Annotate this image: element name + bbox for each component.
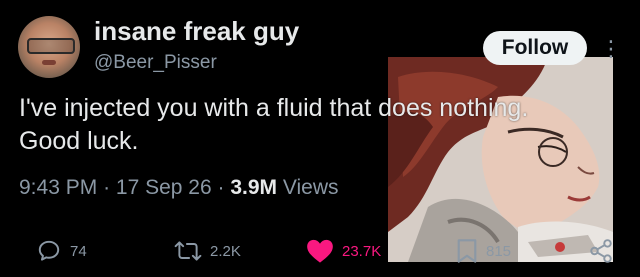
- views-label: Views: [282, 176, 339, 199]
- meta-separator: ·: [217, 176, 225, 199]
- avatar-mouth: [42, 60, 56, 65]
- tweet-time[interactable]: 9:43 PM: [19, 176, 97, 199]
- reply-icon: [38, 240, 60, 261]
- tweet-text: I've injected you with a fluid that does…: [19, 94, 529, 155]
- display-name[interactable]: insane freak guy: [94, 16, 299, 47]
- meta-separator: ·: [103, 176, 111, 199]
- views-count: 3.9M: [230, 176, 278, 199]
- artwork-illustration: [388, 57, 613, 262]
- retweet-icon: [174, 241, 202, 261]
- retweet-button[interactable]: 2.2K: [174, 234, 241, 268]
- tweet: insane freak guy @Beer_Pisser Follow ⋮ I…: [0, 0, 640, 277]
- like-count: 23.7K: [342, 242, 382, 260]
- avatar-glasses: [27, 38, 75, 54]
- tweet-date[interactable]: 17 Sep 26: [116, 176, 212, 199]
- handle[interactable]: @Beer_Pisser: [94, 52, 217, 74]
- share-icon: [590, 239, 612, 263]
- like-button[interactable]: 23.7K: [306, 234, 381, 268]
- bookmark-count: 815: [486, 242, 512, 260]
- bookmark-icon: [457, 239, 477, 263]
- follow-button[interactable]: Follow: [483, 31, 587, 65]
- reply-button[interactable]: 74: [36, 234, 87, 268]
- heart-icon: [307, 239, 333, 263]
- more-dots-icon[interactable]: ⋮: [600, 36, 622, 62]
- reply-count: 74: [70, 242, 87, 260]
- share-button[interactable]: [588, 234, 614, 268]
- retweet-count: 2.2K: [210, 242, 241, 260]
- avatar[interactable]: [18, 16, 80, 78]
- tweet-meta: 9:43 PM · 17 Sep 26 · 3.9M Views: [19, 176, 339, 200]
- action-bar: 74 2.2K 23.7K 815: [0, 234, 640, 268]
- bookmark-button[interactable]: 815: [456, 234, 511, 268]
- overlay-artwork-image: [388, 57, 613, 262]
